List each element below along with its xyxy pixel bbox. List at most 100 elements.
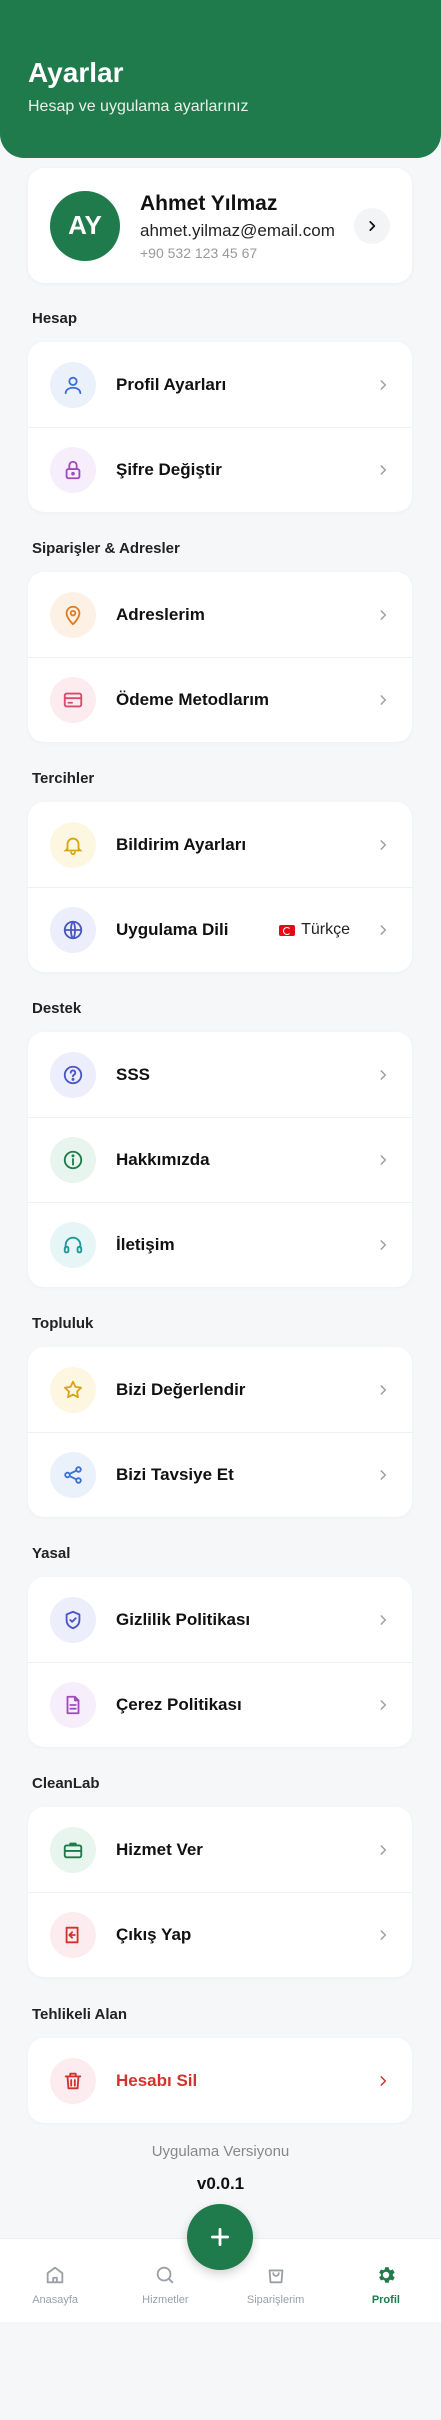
section-card-topluluk: Bizi Değerlendir Bizi Tavsiye Et (28, 1347, 412, 1517)
settings-item-label: Hesabı Sil (116, 2070, 198, 2090)
logout-icon (50, 1912, 96, 1958)
profile-chevron-button[interactable] (354, 207, 390, 244)
help-circle-icon (50, 1051, 96, 1098)
settings-item-label: SSS (116, 1064, 151, 1084)
settings-item-payment[interactable]: Ödeme Metodlarım (28, 657, 412, 742)
add-button[interactable] (187, 2204, 253, 2270)
settings-item-rate[interactable]: Bizi Değerlendir (28, 1347, 412, 1432)
section-title-danger: Tehlikeli Alan (32, 2006, 128, 2023)
share-icon (50, 1452, 96, 1498)
profile-email: ahmet.yilmaz@email.com (140, 220, 335, 240)
settings-item-label: Bildirim Ayarları (116, 834, 247, 854)
page-title: Ayarlar (28, 57, 124, 88)
settings-item-label: İletişim (116, 1235, 175, 1254)
chevron-right-icon (380, 2075, 387, 2086)
tab-label: Hizmetler (142, 2293, 189, 2306)
gear-icon (379, 2266, 395, 2283)
turkey-flag-icon (279, 924, 296, 936)
chevron-right-icon (380, 1384, 387, 1395)
settings-item-label: Profil Ayarları (116, 374, 227, 394)
chevron-right-icon (380, 1700, 387, 1710)
settings-item-notifications[interactable]: Bildirim Ayarları (28, 802, 412, 887)
settings-item-language[interactable]: Uygulama Dili Türkçe (28, 887, 412, 972)
tab-label: Profil (371, 2293, 400, 2306)
shopping-bag-icon (268, 2269, 283, 2283)
app-version: Uygulama Versiyonu v0.0.1 (0, 2143, 441, 2194)
briefcase-icon (50, 1826, 96, 1873)
settings-item-profile[interactable]: Profil Ayarları (28, 342, 412, 427)
settings-item-label: Adreslerim (116, 604, 205, 624)
language-value-text: Türkçe (301, 921, 350, 938)
section-card-destek: SSS Hakkımızda İletişim (28, 1032, 412, 1287)
chevron-right-icon (380, 379, 387, 390)
section-card-yasal: Gizlilik Politikası Çerez Politikası (28, 1577, 412, 1747)
section-card-tercihler: Bildirim Ayarları Uygulama Dili Türkçe (28, 802, 412, 972)
settings-item-label: Bizi Tavsiye Et (116, 1465, 234, 1484)
language-value: Türkçe (279, 921, 350, 939)
section-card-siparis: Adreslerim Ödeme Metodlarım (28, 572, 412, 742)
settings-item-addresses[interactable]: Adreslerim (28, 572, 412, 657)
section-title-siparis: Siparişler & Adresler (32, 540, 180, 557)
page-subtitle: Hesap ve uygulama ayarlarınız (28, 98, 249, 115)
settings-page: Ayarlar Hesap ve uygulama ayarlarınız AY… (0, 0, 441, 2420)
avatar: AY (50, 190, 120, 261)
chevron-right-icon (380, 465, 387, 475)
tab-label: Siparişlerim (246, 2293, 305, 2306)
star-icon (50, 1366, 96, 1413)
section-card-hesap: Profil Ayarları Şifre Değiştir (28, 342, 412, 512)
settings-item-cookies[interactable]: Çerez Politikası (28, 1662, 412, 1747)
document-icon (50, 1682, 96, 1728)
settings-item-label: Hizmet Ver (116, 1839, 203, 1859)
settings-item-label: Ödeme Metodlarım (116, 690, 270, 709)
section-title-cleanlab: CleanLab (32, 1775, 100, 1792)
settings-item-label: Hakkımızda (116, 1150, 210, 1169)
chevron-right-icon (380, 1155, 387, 1165)
profile-card[interactable]: AY Ahmet Yılmaz ahmet.yilmaz@email.com +… (28, 168, 412, 283)
info-icon (50, 1137, 96, 1183)
chevron-right-icon (380, 1614, 387, 1625)
profile-phone: +90 532 123 45 67 (140, 244, 258, 261)
chevron-right-icon (380, 925, 387, 935)
section-title-tercihler: Tercihler (32, 770, 95, 787)
settings-item-contact[interactable]: İletişim (28, 1202, 412, 1287)
settings-item-delete-account[interactable]: Hesabı Sil (28, 2038, 412, 2123)
settings-item-faq[interactable]: SSS (28, 1032, 412, 1117)
chevron-right-icon (369, 220, 376, 231)
settings-item-logout[interactable]: Çıkış Yap (28, 1892, 412, 1977)
tab-home[interactable]: Anasayfa (0, 2239, 110, 2322)
app-version-label: Uygulama Versiyonu (151, 2143, 290, 2160)
location-pin-icon (50, 591, 96, 638)
settings-item-label: Şifre Değiştir (116, 460, 222, 479)
header: Ayarlar Hesap ve uygulama ayarlarınız (0, 0, 441, 158)
profile-info: Ahmet Yılmaz ahmet.yilmaz@email.com +90 … (140, 191, 354, 261)
settings-item-password[interactable]: Şifre Değiştir (28, 427, 412, 512)
settings-item-label: Uygulama Dili (116, 920, 229, 939)
shield-check-icon (50, 1596, 96, 1643)
credit-card-icon (50, 677, 96, 723)
tab-profile[interactable]: Profil (331, 2239, 441, 2322)
chevron-right-icon (380, 839, 387, 850)
chevron-right-icon (380, 1240, 387, 1250)
section-title-topluluk: Topluluk (32, 1315, 94, 1332)
home-icon (46, 2266, 64, 2283)
headphones-icon (50, 1222, 96, 1268)
globe-icon (50, 907, 96, 953)
lock-icon (50, 447, 96, 493)
plus-icon (211, 2228, 229, 2246)
chevron-right-icon (380, 695, 387, 705)
settings-item-label: Çıkış Yap (116, 1925, 192, 1944)
app-version-value: v0.0.1 (196, 2174, 245, 2193)
section-title-hesap: Hesap (32, 310, 78, 327)
chevron-right-icon (380, 1844, 387, 1855)
user-icon (50, 361, 96, 408)
settings-item-provide-service[interactable]: Hizmet Ver (28, 1807, 412, 1892)
section-title-yasal: Yasal (32, 1545, 71, 1562)
chevron-right-icon (380, 609, 387, 620)
section-title-destek: Destek (32, 1000, 82, 1017)
trash-icon (50, 2057, 96, 2104)
settings-item-recommend[interactable]: Bizi Tavsiye Et (28, 1432, 412, 1517)
settings-item-privacy[interactable]: Gizlilik Politikası (28, 1577, 412, 1662)
settings-item-about[interactable]: Hakkımızda (28, 1117, 412, 1202)
profile-name: Ahmet Yılmaz (140, 191, 278, 215)
search-icon (157, 2266, 174, 2283)
